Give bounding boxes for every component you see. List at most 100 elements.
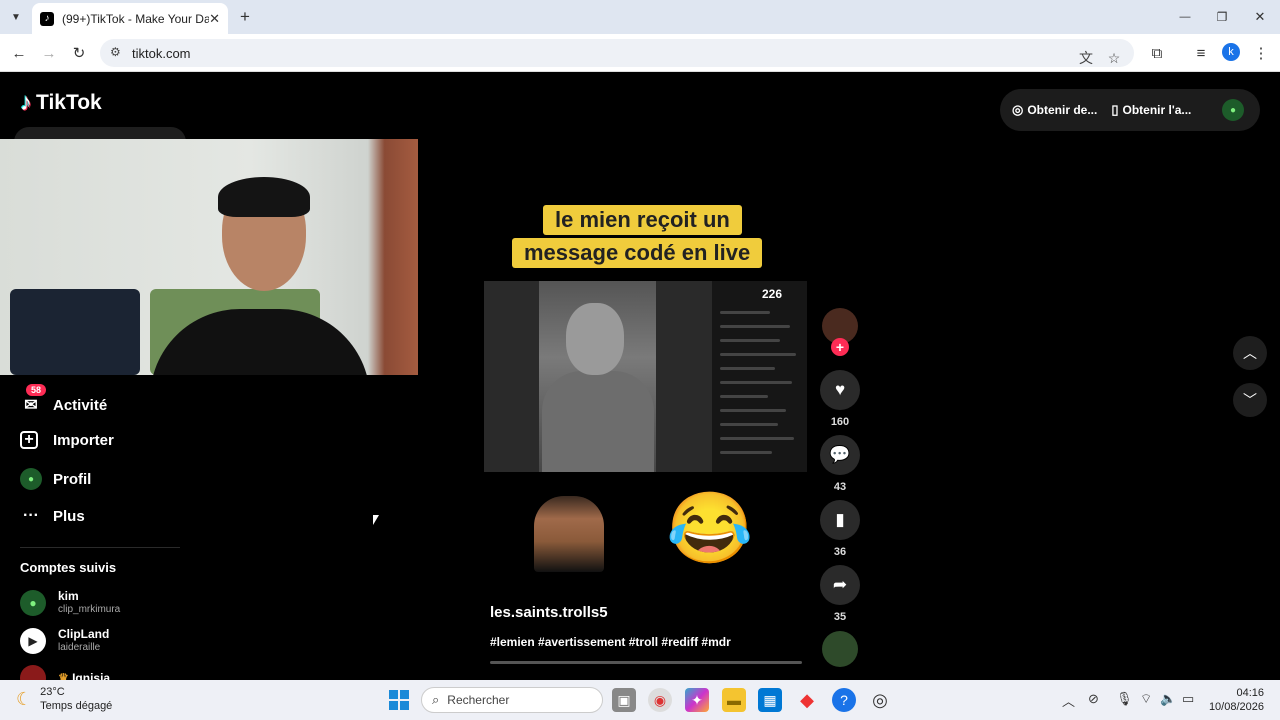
user-avatar[interactable]: ●	[1222, 99, 1244, 121]
weather-widget[interactable]: ☾ 23°C Temps dégagé	[16, 686, 112, 713]
heart-icon[interactable]: ♥	[820, 370, 860, 410]
file-explorer-icon[interactable]: ▬	[722, 688, 746, 712]
chrome-icon[interactable]: ◉	[648, 688, 672, 712]
account-name: ♛ Ignisia	[58, 671, 110, 680]
search-placeholder: Rechercher	[447, 693, 510, 707]
weather-description: Temps dégagé	[40, 700, 113, 712]
bell-icon: ✉ 58	[20, 384, 47, 416]
back-arrow-icon[interactable]: ←	[8, 42, 30, 64]
sidebar-item-plus[interactable]: ··· Plus	[20, 505, 85, 527]
mouse-cursor-icon	[373, 515, 379, 525]
sidebar-item-activite[interactable]: ✉ 58 Activité	[20, 384, 107, 416]
logo-text: TikTok	[36, 91, 102, 114]
clock-time: 04:16	[1236, 687, 1264, 699]
tab-close-icon[interactable]: ✕	[209, 11, 220, 27]
tray-app-icon[interactable]: ⊘	[1088, 691, 1099, 707]
video-frame: 226	[484, 281, 807, 472]
profile-icon: ●	[20, 468, 42, 490]
app-diamond-icon[interactable]: ◆	[795, 688, 819, 712]
tiktok-page: ♪ TikTok ✉ 58 Activité + Importer ● Profi…	[0, 72, 1280, 680]
video-author[interactable]: les.saints.trolls5	[490, 604, 608, 621]
media-control-icon[interactable]: ≡	[1190, 42, 1212, 64]
phone-icon: ▯	[1111, 102, 1119, 117]
video-player[interactable]: le mien reçoit un message codé en live 2…	[484, 198, 807, 668]
volume-icon[interactable]: 🔈	[1160, 691, 1176, 707]
wifi-icon[interactable]: ⌔	[1140, 691, 1152, 707]
url-text: tiktok.com	[132, 45, 191, 61]
webcam-overlay	[0, 139, 418, 375]
webcam-chair	[10, 289, 140, 375]
system-clock[interactable]: 04:16 10/08/2026	[1206, 686, 1264, 714]
live-chat-panel	[712, 281, 807, 472]
live-viewer-count: 226	[762, 287, 783, 301]
like-action[interactable]: ♥ 160	[820, 370, 860, 428]
following-account[interactable]: ♛ Ignisia	[20, 665, 110, 680]
following-account[interactable]: ▶ ClipLand laideraille	[20, 627, 109, 654]
moon-icon: ☾	[16, 689, 33, 709]
comment-action[interactable]: 💬 43	[820, 435, 860, 493]
sidebar-item-importer[interactable]: + Importer	[20, 431, 114, 449]
tiktok-favicon-icon: ♪	[40, 11, 54, 26]
more-icon: ···	[23, 507, 39, 524]
get-coins-button[interactable]: ◎ Obtenir de...	[1012, 102, 1097, 118]
maximize-button[interactable]: ❐	[1213, 8, 1231, 26]
taskbar-search[interactable]: ⌕ Rechercher	[421, 687, 603, 713]
clock-date: 10/08/2026	[1208, 701, 1264, 713]
minimize-button[interactable]: —	[1176, 8, 1194, 26]
store-icon[interactable]: ▦	[758, 688, 782, 712]
account-username: laideraille	[58, 642, 101, 653]
new-tab-button[interactable]: +	[236, 7, 254, 26]
follow-plus-icon[interactable]: +	[831, 338, 849, 356]
help-icon[interactable]: ?	[832, 688, 856, 712]
bookmark-icon[interactable]: ▮	[820, 500, 860, 540]
previous-video-button[interactable]: ︿	[1233, 336, 1267, 370]
address-bar[interactable]: ⚙ tiktok.com 文 ☆	[100, 39, 1134, 67]
laughing-emoji-icon: 😂	[666, 489, 754, 567]
next-video-button[interactable]: ﹀	[1233, 383, 1267, 417]
bookmark-star-icon[interactable]: ☆	[1103, 47, 1125, 69]
tiktok-logo[interactable]: ♪ TikTok	[20, 89, 102, 117]
coin-icon: ◎	[1012, 102, 1024, 117]
reload-icon[interactable]: ↻	[68, 42, 90, 64]
profile-avatar[interactable]: k	[1222, 43, 1240, 61]
browser-tab[interactable]: ♪ (99+)TikTok - Make Your Day ✕	[32, 3, 228, 34]
sidebar-item-label: Importer	[53, 431, 114, 449]
site-settings-icon[interactable]: ⚙	[110, 45, 121, 59]
forward-arrow-icon[interactable]: →	[38, 42, 60, 64]
sidebar-item-label: Plus	[53, 507, 85, 525]
search-icon: ⌕	[432, 692, 440, 707]
save-count: 36	[833, 546, 847, 558]
following-heading: Comptes suivis	[20, 560, 117, 575]
comment-icon[interactable]: 💬	[820, 435, 860, 475]
windows-start-icon[interactable]	[389, 690, 409, 710]
extensions-icon[interactable]: ⧉	[1146, 42, 1168, 64]
copilot-icon[interactable]: ✦	[685, 688, 709, 712]
translate-icon[interactable]: 文	[1075, 47, 1097, 69]
browser-menu-icon[interactable]: ⋮	[1250, 42, 1272, 64]
obs-icon[interactable]: ◎	[868, 688, 892, 712]
battery-icon[interactable]: ▭	[1182, 691, 1194, 707]
get-app-button[interactable]: ▯ Obtenir l'a...	[1111, 102, 1191, 118]
microphone-icon[interactable]: 🎙	[1116, 691, 1133, 707]
sidebar-divider	[20, 547, 180, 548]
avatar: ●	[20, 589, 46, 616]
windows-taskbar: ☾ 23°C Temps dégagé ⌕ Rechercher ▣ ◉ ✦ ▬…	[0, 680, 1280, 720]
following-account[interactable]: ● kim clip_mrkimura	[20, 589, 120, 616]
sidebar-item-profil[interactable]: ● Profil	[20, 468, 91, 490]
tab-search-icon[interactable]: ▼	[8, 9, 24, 25]
save-action[interactable]: ▮ 36	[820, 500, 860, 558]
window-close-button[interactable]: ✕	[1251, 8, 1269, 26]
share-arrow-icon[interactable]: ➦	[820, 565, 860, 605]
video-hashtags[interactable]: #lemien #avertissement #troll #rediff #m…	[490, 635, 731, 649]
task-view-icon[interactable]: ▣	[612, 688, 636, 712]
browser-tab-bar: ▼ ♪ (99+)TikTok - Make Your Day ✕ + — ❐ …	[0, 0, 1280, 34]
temperature: 23°C	[40, 686, 65, 698]
share-action[interactable]: ➦ 35	[820, 565, 860, 623]
video-progress-bar[interactable]	[490, 661, 802, 664]
character-sticker	[534, 496, 604, 572]
video-caption-line1: le mien reçoit un	[543, 205, 742, 235]
share-count: 35	[833, 611, 847, 623]
avatar: ▶	[20, 627, 46, 654]
tray-chevron-icon[interactable]: ︿	[1062, 691, 1075, 710]
music-disc-icon[interactable]	[822, 631, 858, 667]
